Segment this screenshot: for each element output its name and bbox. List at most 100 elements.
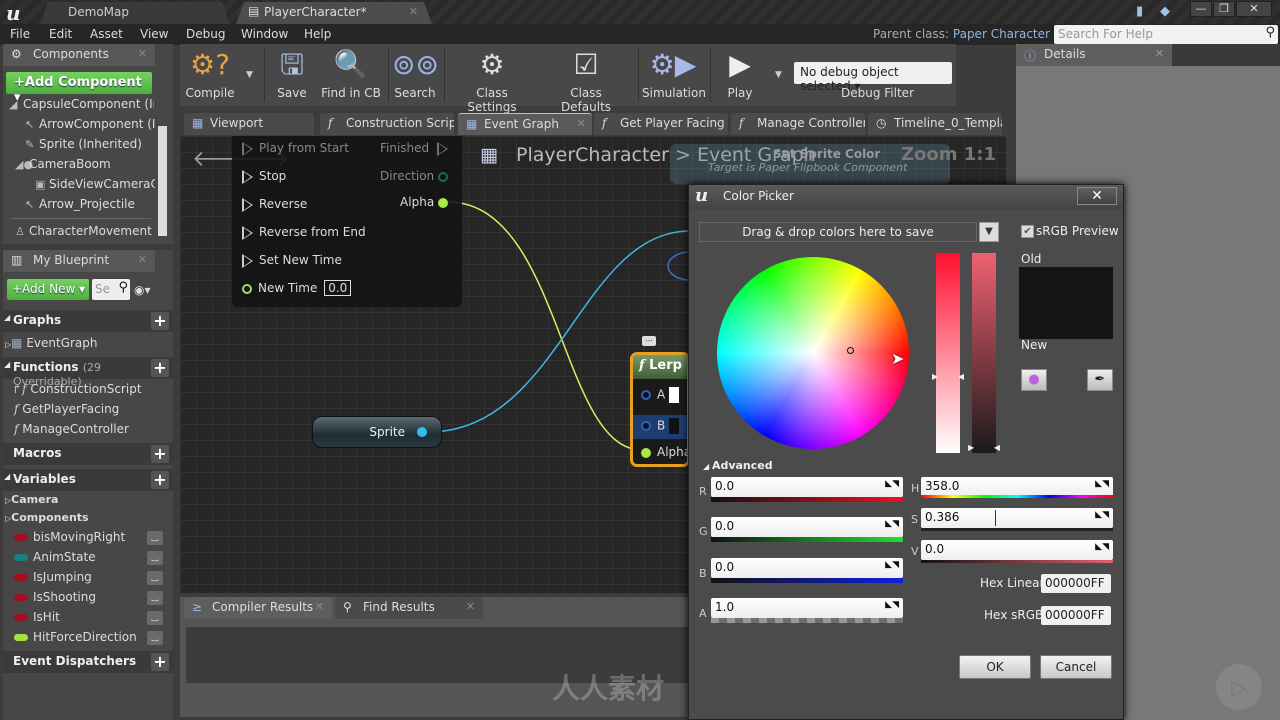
ok-button[interactable]: OK <box>959 655 1031 679</box>
reverse-from-end-pin[interactable]: Reverse from End <box>242 225 366 240</box>
chat-icon[interactable]: ▮ <box>1136 4 1143 19</box>
set-new-time-pin[interactable]: Set New Time <box>242 253 342 268</box>
variable-category-components[interactable]: ▷Components <box>5 511 89 524</box>
visibility-eye-icon[interactable]: ‿ <box>147 531 163 545</box>
help-search-input[interactable]: Search For Help ⚲ <box>1054 25 1278 44</box>
variable-item[interactable]: IsHit ‿ <box>14 610 169 625</box>
close-tab-icon[interactable]: ✕ <box>577 117 586 130</box>
add-graph-button[interactable]: + <box>151 312 169 330</box>
color-wheel[interactable] <box>717 257 909 449</box>
value-handle[interactable]: ▶ ◀ <box>968 443 1000 452</box>
add-dispatcher-button[interactable]: + <box>151 653 169 671</box>
doc-tab-demomap[interactable]: DemoMap <box>40 2 230 24</box>
class-defaults-button[interactable]: ☑ Class Defaults <box>544 44 628 114</box>
component-item[interactable]: ◢ CapsuleComponent (Inherited) <box>9 97 154 111</box>
variable-item[interactable]: bisMovingRight ‿ <box>14 530 169 545</box>
srgb-preview-checkbox[interactable]: ✔ sRGB Preview <box>1021 224 1119 238</box>
find-in-cb-button[interactable]: 🔍 Find in CB <box>320 44 382 106</box>
lerp-pin-a[interactable]: A <box>641 387 680 403</box>
s-input[interactable]: 0.386 ◣◥ <box>921 508 1113 528</box>
add-variable-button[interactable]: + <box>151 471 169 489</box>
compile-button[interactable]: ⚙? Compile <box>184 44 236 106</box>
saturation-handle[interactable]: ▶ ◀ <box>932 372 964 381</box>
visibility-eye-icon[interactable]: ‿ <box>147 631 163 645</box>
components-scrollbar[interactable] <box>158 126 167 236</box>
doc-tab-playercharacter[interactable]: ▤ PlayerCharacter* ✕ <box>236 2 432 24</box>
components-tab[interactable]: ⚙ Components ✕ <box>3 44 155 66</box>
simulation-button[interactable]: ⚙▶ Simulation <box>642 44 706 106</box>
search-button[interactable]: ⊚⊚ Search <box>392 44 439 106</box>
functions-section-header[interactable]: ◢ Functions (29 Overridable) + <box>3 357 173 388</box>
view-options-icon[interactable]: ◉▾ <box>134 283 151 297</box>
minimize-button[interactable]: — <box>1190 1 1212 17</box>
close-tab-icon[interactable]: ✕ <box>409 5 418 18</box>
g-input[interactable]: 0.0 ◣◥ <box>711 517 903 537</box>
close-button[interactable]: ✕ <box>1077 187 1117 205</box>
reverse-pin[interactable]: Reverse <box>242 197 307 212</box>
add-new-button[interactable]: +Add New ▾ <box>7 279 89 300</box>
color-swatch-a[interactable] <box>669 387 680 403</box>
component-item[interactable]: ↖ ArrowComponent (Inherited) <box>25 117 155 131</box>
color-swatch-b[interactable] <box>669 418 680 434</box>
tab-manage-controller[interactable]: f Manage Controller <box>731 113 865 135</box>
compile-options-dropdown[interactable]: ▼ <box>246 70 253 80</box>
play-button[interactable]: ▶ Play <box>716 44 764 106</box>
color-picker-titlebar[interactable]: u Color Picker <box>689 185 1123 209</box>
visibility-eye-icon[interactable]: ‿ <box>147 571 163 585</box>
add-macro-button[interactable]: + <box>151 445 169 463</box>
lerp-pin-b[interactable]: B <box>633 415 687 439</box>
variable-item[interactable]: IsShooting ‿ <box>14 590 169 605</box>
save-button[interactable]: 🖫 Save <box>272 44 312 106</box>
function-item[interactable]: f GetPlayerFacing <box>14 402 119 416</box>
add-function-button[interactable]: + <box>151 359 169 377</box>
class-settings-button[interactable]: ⚙ Class Settings <box>450 44 534 114</box>
lerp-pin-alpha[interactable]: Alpha <box>641 445 687 459</box>
hex-linear-input[interactable]: 000000FF <box>1041 574 1111 593</box>
new-time-input[interactable]: 0.0 <box>324 280 352 296</box>
variable-item[interactable]: IsJumping ‿ <box>14 570 169 585</box>
menu-debug[interactable]: Debug <box>186 27 225 41</box>
lerp-node[interactable]: f Lerp A B Alpha <box>630 352 690 467</box>
variable-item[interactable]: HitForceDirection ‿ <box>14 630 169 645</box>
finished-pin[interactable]: Finished <box>380 141 448 156</box>
new-time-pin[interactable]: New Time 0.0 <box>242 280 352 296</box>
my-blueprint-tab[interactable]: ▥ My Blueprint ✕ <box>3 250 155 272</box>
visibility-eye-icon[interactable]: ‿ <box>147 551 163 565</box>
comment-bubble-icon[interactable]: ... <box>642 335 656 346</box>
value-slider[interactable] <box>972 253 996 453</box>
close-panel-icon[interactable]: ✕ <box>138 253 147 266</box>
blueprint-search-input[interactable]: Se ⚲ <box>92 279 130 300</box>
tab-get-player-facing[interactable]: f Get Player Facing <box>594 113 728 135</box>
direction-pin[interactable]: Direction <box>380 169 448 183</box>
alpha-output-pin[interactable]: Alpha <box>400 195 448 209</box>
cancel-button[interactable]: Cancel <box>1040 655 1112 679</box>
tab-find-results[interactable]: ⚲ Find Results ✕ <box>335 597 483 619</box>
details-tab[interactable]: ⓘ Details ✕ <box>1016 44 1172 66</box>
menu-asset[interactable]: Asset <box>90 27 123 41</box>
event-dispatchers-section-header[interactable]: Event Dispatchers + <box>3 651 173 673</box>
variable-item[interactable]: AnimState ‿ <box>14 550 169 565</box>
timeline-node[interactable]: Play from Start Stop Reverse Reverse fro… <box>232 136 462 307</box>
b-input[interactable]: 0.0 ◣◥ <box>711 558 903 578</box>
graphs-section-header[interactable]: ◢ Graphs + <box>3 310 173 332</box>
graph-item-eventgraph[interactable]: ▷▦ EventGraph <box>5 336 98 350</box>
tab-construction-script[interactable]: f Construction Script <box>320 113 454 135</box>
close-window-button[interactable]: ✕ <box>1236 1 1272 17</box>
visibility-eye-icon[interactable]: ‿ <box>147 591 163 605</box>
tab-compiler-results[interactable]: ≥ Compiler Results ✕ <box>184 597 332 619</box>
close-panel-icon[interactable]: ✕ <box>1155 47 1164 60</box>
function-item[interactable]: f ManageController <box>14 422 129 436</box>
component-item[interactable]: ◢●CameraBoom <box>15 157 155 171</box>
tab-event-graph[interactable]: ▦ Event Graph ✕ <box>458 113 592 135</box>
eyedropper-button[interactable]: ✒ <box>1087 369 1113 391</box>
close-tab-icon[interactable]: ✕ <box>315 600 324 613</box>
saved-colors-bar[interactable]: Drag & drop colors here to save <box>699 222 977 242</box>
menu-view[interactable]: View <box>140 27 168 41</box>
visibility-eye-icon[interactable]: ‿ <box>147 611 163 625</box>
component-item[interactable]: ↖ Arrow_Projectile <box>25 197 155 211</box>
color-wheel-marker[interactable] <box>847 347 854 354</box>
variables-section-header[interactable]: ◢ Variables + <box>3 469 173 491</box>
saved-colors-dropdown[interactable]: ▼ <box>979 222 999 242</box>
menu-file[interactable]: File <box>10 27 30 41</box>
advanced-section-toggle[interactable]: ◢ Advanced <box>703 459 773 472</box>
